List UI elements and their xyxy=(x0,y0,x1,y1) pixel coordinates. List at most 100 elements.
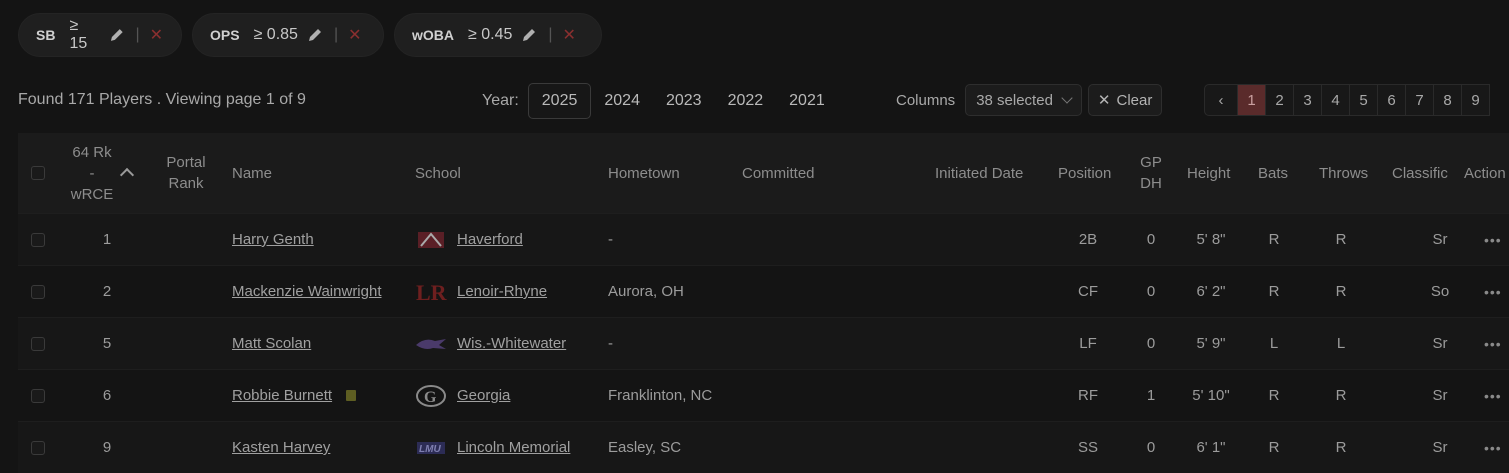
prev-page-button[interactable]: ‹ xyxy=(1204,84,1238,116)
header-portal-rank[interactable]: Portal Rank xyxy=(158,133,214,213)
page-button-3[interactable]: 3 xyxy=(1293,84,1322,116)
header-classification[interactable]: Classific xyxy=(1392,133,1452,213)
svg-text:LMU: LMU xyxy=(419,444,441,455)
player-name-link[interactable]: Harry Genth xyxy=(232,231,314,248)
more-actions-icon[interactable]: ••• xyxy=(1484,232,1502,248)
header-hometown[interactable]: Hometown xyxy=(608,133,680,213)
header-name[interactable]: Name xyxy=(232,133,272,213)
year-option-2022[interactable]: 2022 xyxy=(715,84,777,118)
class-cell: Sr xyxy=(1432,387,1448,404)
header-committed[interactable]: Committed xyxy=(742,133,815,213)
header-bats[interactable]: Bats xyxy=(1258,133,1288,213)
clear-label: Clear xyxy=(1116,91,1153,109)
page-button-5[interactable]: 5 xyxy=(1349,84,1378,116)
school-link[interactable]: Lincoln Memorial xyxy=(457,439,570,456)
header-rank-line3: wRCE xyxy=(70,185,114,203)
page-button-2[interactable]: 2 xyxy=(1265,84,1294,116)
close-icon[interactable]: ✕ xyxy=(563,25,576,45)
throws-cell: R xyxy=(1335,231,1347,248)
players-table: 64 Rk - wRCE Portal Rank Name School Hom… xyxy=(18,133,1509,473)
year-option-2024[interactable]: 2024 xyxy=(591,84,653,118)
sort-ascending-icon[interactable] xyxy=(119,133,142,213)
throws-cell: R xyxy=(1335,439,1347,456)
header-position[interactable]: Position xyxy=(1058,133,1111,213)
gp-dh-cell: 1 xyxy=(1146,387,1156,404)
year-selector: Year: 2025 2024 2023 2022 2021 xyxy=(482,83,838,119)
page-button-8[interactable]: 8 xyxy=(1433,84,1462,116)
row-checkbox[interactable] xyxy=(31,284,45,299)
pencil-icon[interactable] xyxy=(108,26,126,44)
note-icon[interactable] xyxy=(346,390,357,401)
close-icon: ✕ xyxy=(1097,92,1111,109)
page-button-4[interactable]: 4 xyxy=(1321,84,1350,116)
header-portal-line1: Portal xyxy=(166,154,206,171)
table-row: 9 Kasten Harvey LMU Lincoln Memorial Eas… xyxy=(18,421,1509,473)
player-name-link[interactable]: Matt Scolan xyxy=(232,335,311,352)
throws-cell: R xyxy=(1335,283,1347,300)
close-icon[interactable]: ✕ xyxy=(150,25,163,45)
filter-condition: ≥ 15 xyxy=(69,17,88,52)
rank-cell: 6 xyxy=(102,387,112,404)
row-checkbox-cell[interactable] xyxy=(31,318,45,369)
class-cell: Sr xyxy=(1432,231,1448,248)
filter-chips: SB ≥ 15 | ✕ OPS ≥ 0.85 | ✕ wOBA ≥ 0.45 |… xyxy=(18,13,602,57)
header-height[interactable]: Height xyxy=(1187,133,1230,213)
player-name-link[interactable]: Mackenzie Wainwright xyxy=(232,283,382,300)
year-option-2021[interactable]: 2021 xyxy=(776,84,838,118)
more-actions-icon[interactable]: ••• xyxy=(1484,440,1502,456)
more-actions-icon[interactable]: ••• xyxy=(1484,284,1502,300)
more-actions-icon[interactable]: ••• xyxy=(1484,388,1502,404)
hometown-cell: - xyxy=(608,335,613,352)
columns-label: Columns xyxy=(896,91,956,109)
filter-chip-sb[interactable]: SB ≥ 15 | ✕ xyxy=(18,13,182,57)
year-option-2023[interactable]: 2023 xyxy=(653,84,715,118)
header-throws[interactable]: Throws xyxy=(1319,133,1368,213)
select-all-checkbox[interactable] xyxy=(31,166,45,180)
bats-cell: L xyxy=(1269,335,1279,352)
row-checkbox-cell[interactable] xyxy=(31,422,45,473)
header-initiated-date[interactable]: Initiated Date xyxy=(935,133,1023,213)
row-checkbox[interactable] xyxy=(31,232,45,247)
gp-dh-cell: 0 xyxy=(1146,283,1156,300)
school-link[interactable]: Georgia xyxy=(457,387,510,404)
columns-control: Columns 38 selected ✕ Clear xyxy=(896,84,1163,116)
player-name-link[interactable]: Kasten Harvey xyxy=(232,439,330,456)
header-select-all[interactable] xyxy=(31,133,45,213)
row-checkbox[interactable] xyxy=(31,336,45,351)
row-checkbox-cell[interactable] xyxy=(31,214,45,265)
clear-columns-button[interactable]: ✕ Clear xyxy=(1087,84,1163,116)
page-button-9[interactable]: 9 xyxy=(1461,84,1490,116)
more-actions-icon[interactable]: ••• xyxy=(1484,336,1502,352)
row-checkbox[interactable] xyxy=(31,440,45,455)
header-gp-dh[interactable]: GP DH xyxy=(1136,133,1166,213)
pagination: ‹ 1 2 3 4 5 6 7 8 9 xyxy=(1204,84,1490,116)
results-summary: Found 171 Players . Viewing page 1 of 9 xyxy=(18,91,306,108)
pencil-icon[interactable] xyxy=(306,26,324,44)
pencil-icon[interactable] xyxy=(520,26,538,44)
height-cell: 6' 2" xyxy=(1196,283,1226,300)
row-checkbox-cell[interactable] xyxy=(31,370,45,421)
school-logo-icon xyxy=(415,333,447,355)
columns-value: 38 selected xyxy=(976,91,1053,109)
columns-dropdown[interactable]: 38 selected xyxy=(965,84,1082,116)
header-rank[interactable]: 64 Rk - wRCE xyxy=(62,133,122,213)
row-checkbox-cell[interactable] xyxy=(31,266,45,317)
school-link[interactable]: Haverford xyxy=(457,231,523,248)
height-cell: 6' 1" xyxy=(1196,439,1226,456)
row-checkbox[interactable] xyxy=(31,388,45,403)
filter-chip-woba[interactable]: wOBA ≥ 0.45 | ✕ xyxy=(394,13,602,57)
table-body: 1 Harry Genth Haverford - 2B 0 5' 8" R R… xyxy=(18,213,1509,473)
school-link[interactable]: Lenoir-Rhyne xyxy=(457,283,547,300)
close-icon[interactable]: ✕ xyxy=(348,25,361,45)
page-button-6[interactable]: 6 xyxy=(1377,84,1406,116)
filter-chip-ops[interactable]: OPS ≥ 0.85 | ✕ xyxy=(192,13,384,57)
school-link[interactable]: Wis.-Whitewater xyxy=(457,335,566,352)
player-name-link[interactable]: Robbie Burnett xyxy=(232,387,332,404)
page-button-7[interactable]: 7 xyxy=(1405,84,1434,116)
filter-metric: OPS xyxy=(210,27,240,43)
header-school[interactable]: School xyxy=(415,133,461,213)
height-cell: 5' 9" xyxy=(1196,335,1226,352)
page-button-1[interactable]: 1 xyxy=(1237,84,1266,116)
year-option-2025[interactable]: 2025 xyxy=(527,83,592,119)
bats-cell: R xyxy=(1268,283,1280,300)
